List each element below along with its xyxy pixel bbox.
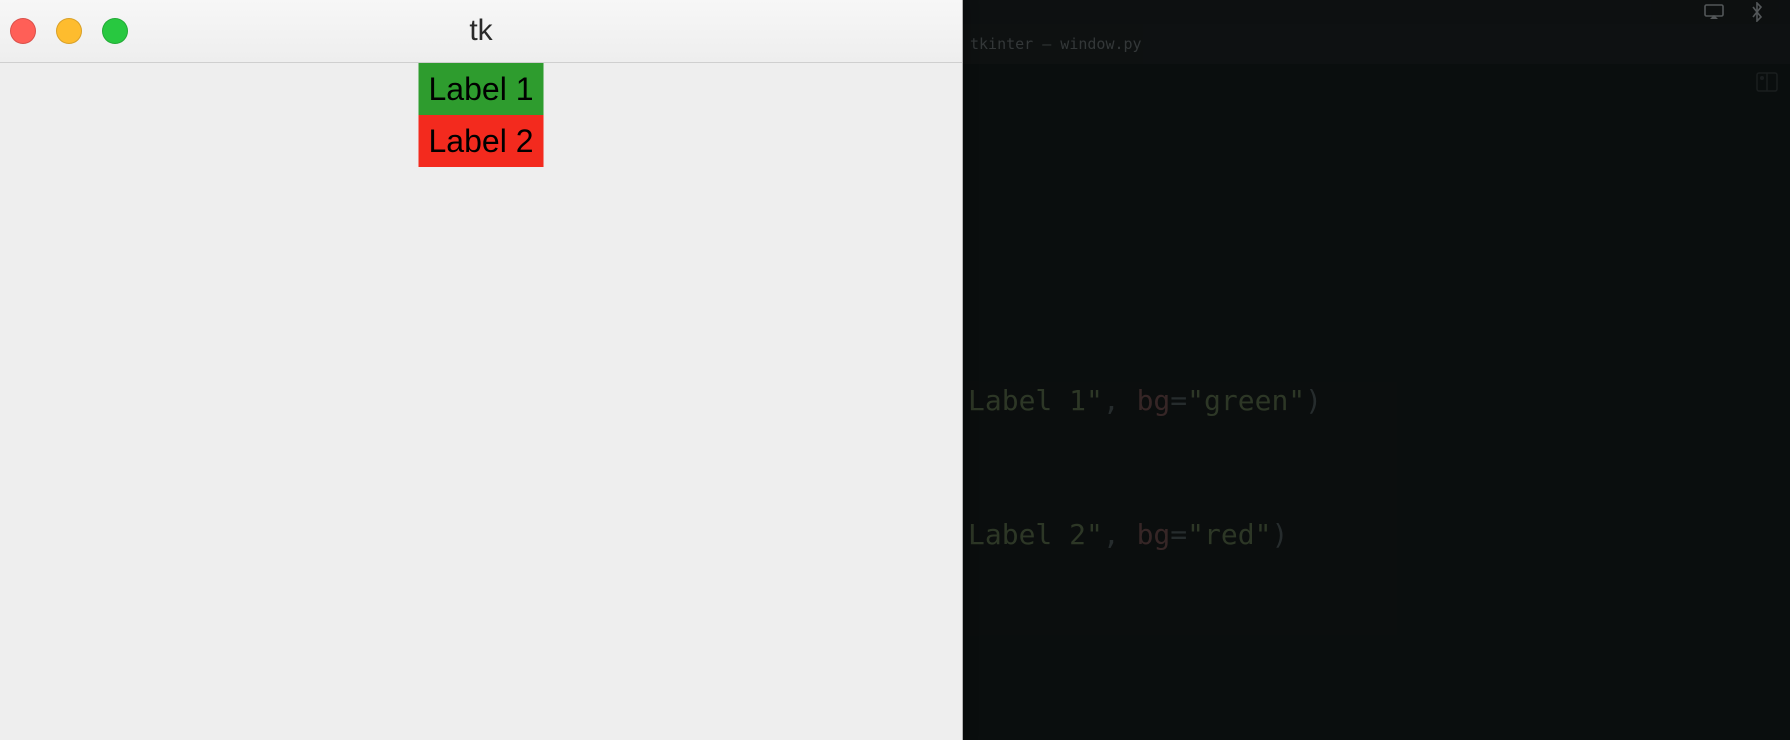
code-line: Label 1", bg="green") xyxy=(968,384,1322,417)
editor-tab: tkinter – window.py xyxy=(962,24,1790,64)
code-line: Label 2", bg="red") xyxy=(968,518,1288,551)
close-icon[interactable] xyxy=(10,18,36,44)
editor-area: Label 1", bg="green") Label 2", bg="red"… xyxy=(962,64,1790,740)
screen-mirroring-icon xyxy=(1704,4,1724,20)
titlebar[interactable]: tk xyxy=(0,0,962,63)
minimize-icon[interactable] xyxy=(56,18,82,44)
tk-body: Label 1 Label 2 xyxy=(0,63,962,740)
macos-menubar xyxy=(962,0,1790,24)
traffic-lights xyxy=(10,0,128,62)
zoom-icon[interactable] xyxy=(102,18,128,44)
bluetooth-icon xyxy=(1750,2,1764,22)
desktop: tkinter – window.py Label 1", bg="green"… xyxy=(0,0,1790,740)
tk-window: tk Label 1 Label 2 xyxy=(0,0,963,740)
editor-tab-filename: tkinter – window.py xyxy=(970,35,1142,53)
label-1: Label 1 xyxy=(419,63,544,115)
label-2: Label 2 xyxy=(419,115,544,167)
label-stack: Label 1 Label 2 xyxy=(419,63,544,167)
window-title: tk xyxy=(0,14,962,48)
